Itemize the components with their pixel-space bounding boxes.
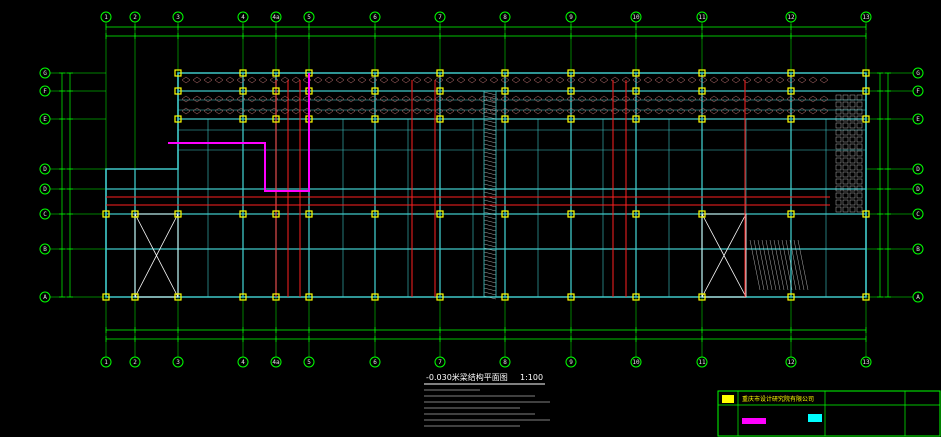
- grid-label: G: [43, 70, 47, 77]
- logo-mark: [722, 395, 734, 403]
- grid-label: 8: [503, 359, 507, 366]
- grid-label: 5: [307, 359, 311, 366]
- grid-label: 12: [787, 359, 795, 366]
- grid-label: A: [43, 294, 47, 301]
- grid-label: 9: [569, 14, 573, 21]
- grid-label: 12: [787, 14, 795, 21]
- grid-label: 11: [698, 359, 706, 366]
- grid-label: 2: [133, 14, 137, 21]
- grid-label: D: [916, 166, 920, 173]
- stamp-mark: [742, 418, 766, 424]
- grid-label: B: [43, 246, 47, 253]
- grid-label: 4: [241, 14, 245, 21]
- structural-plan-drawing: 112233444a4a55667788991010111112121313G G…: [0, 0, 941, 437]
- grid-label: 10: [632, 359, 640, 366]
- grid-label: E: [43, 116, 47, 123]
- grid-label: 6: [373, 14, 377, 21]
- canvas-background: [0, 0, 941, 437]
- grid-label: 9: [569, 359, 573, 366]
- grid-label: D: [43, 166, 47, 173]
- grid-label: B: [916, 246, 920, 253]
- grid-label: 6: [373, 359, 377, 366]
- grid-label: 4: [241, 359, 245, 366]
- grid-label: 13: [862, 14, 870, 21]
- title-block-company: 重庆市设计研究院有限公司: [742, 395, 814, 403]
- drawing-scale: 1:100: [520, 373, 543, 382]
- grid-label: 3: [176, 359, 180, 366]
- grid-label: G: [916, 70, 920, 77]
- grid-label: 5: [307, 14, 311, 21]
- drawing-caption: -0.030米梁结构平面图: [426, 372, 508, 382]
- grid-label: 1: [104, 359, 108, 366]
- grid-label: 4a: [272, 359, 280, 366]
- grid-label: 11: [698, 14, 706, 21]
- grid-label: C: [916, 211, 920, 218]
- grid-label: 3: [176, 14, 180, 21]
- grid-label: D: [916, 186, 920, 193]
- stamp-mark-2: [808, 414, 822, 422]
- grid-label: 7: [438, 359, 442, 366]
- grid-label: 1: [104, 14, 108, 21]
- grid-label: 13: [862, 359, 870, 366]
- grid-label: F: [916, 88, 920, 95]
- grid-label: 8: [503, 14, 507, 21]
- grid-label: D: [43, 186, 47, 193]
- grid-label: E: [916, 116, 920, 123]
- grid-label: 2: [133, 359, 137, 366]
- grid-label: 4a: [272, 14, 280, 21]
- grid-label: A: [916, 294, 920, 301]
- grid-label: 7: [438, 14, 442, 21]
- grid-label: 10: [632, 14, 640, 21]
- grid-label: F: [43, 88, 47, 95]
- grid-label: C: [43, 211, 47, 218]
